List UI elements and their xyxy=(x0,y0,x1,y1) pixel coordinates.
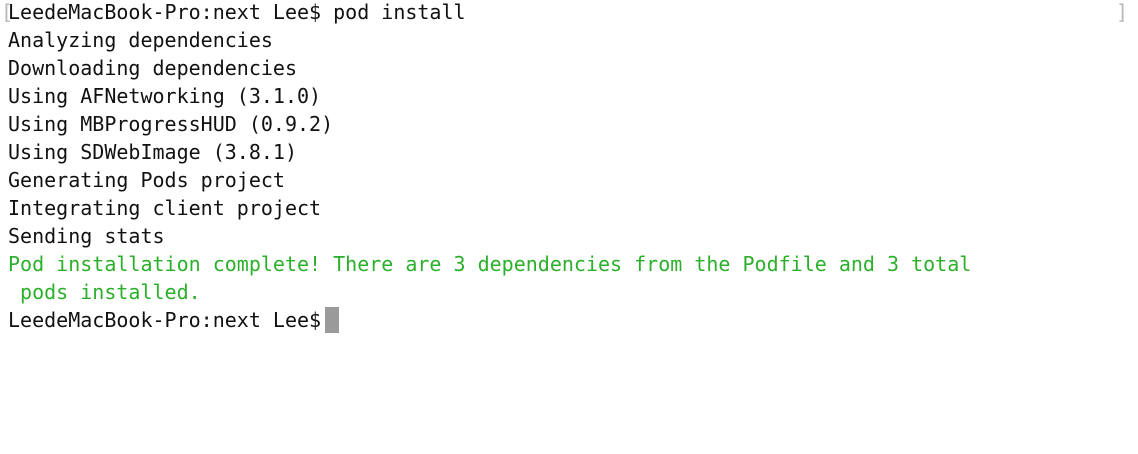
current-prompt-line[interactable]: LeedeMacBook-Pro:next Lee$ xyxy=(8,306,1132,334)
output-line: Using SDWebImage (3.8.1) xyxy=(8,140,297,164)
output-line: Analyzing dependencies xyxy=(8,28,273,52)
shell-prompt: LeedeMacBook-Pro:next Lee$ xyxy=(8,308,322,332)
text-cursor xyxy=(325,307,340,333)
success-message-line: Pod installation complete! There are 3 d… xyxy=(8,252,972,276)
output-line: Integrating client project xyxy=(8,196,322,220)
output-line: Sending stats xyxy=(8,224,165,248)
output-line: Using AFNetworking (3.1.0) xyxy=(8,84,322,108)
command-line: LeedeMacBook-Pro:next Lee$ pod install xyxy=(8,0,466,24)
success-message-line: pods installed. xyxy=(8,280,201,304)
output-line: Downloading dependencies xyxy=(8,56,297,80)
terminal-output: LeedeMacBook-Pro:next Lee$ pod install A… xyxy=(8,0,1132,334)
output-line: Using MBProgressHUD (0.9.2) xyxy=(8,112,334,136)
output-line: Generating Pods project xyxy=(8,168,285,192)
terminal-window[interactable]: [ ] LeedeMacBook-Pro:next Lee$ pod insta… xyxy=(0,0,1138,454)
